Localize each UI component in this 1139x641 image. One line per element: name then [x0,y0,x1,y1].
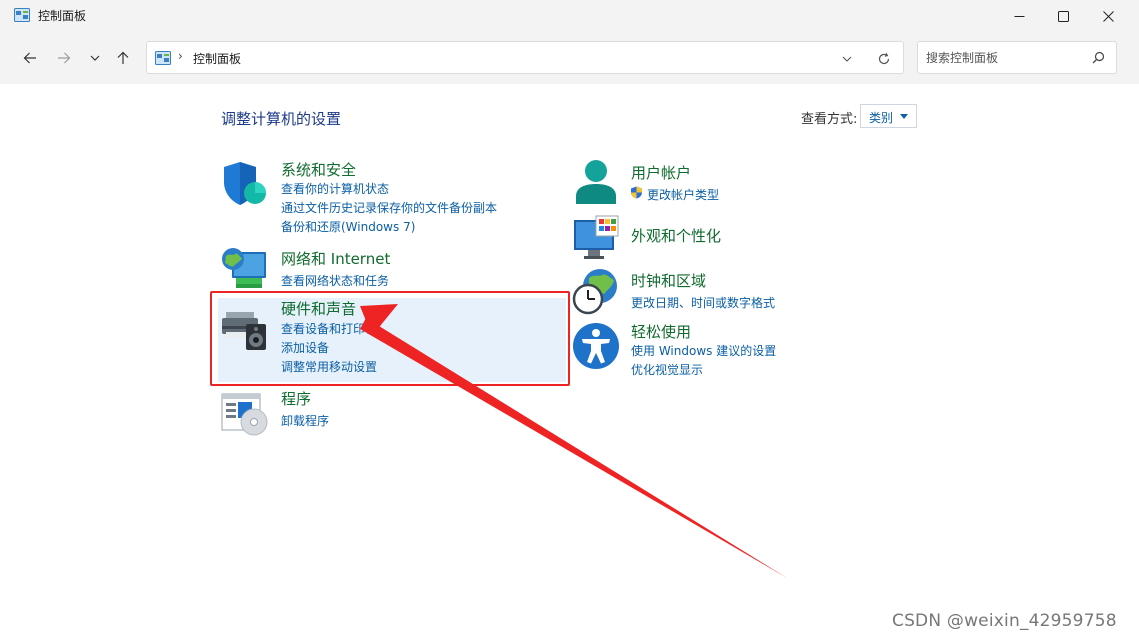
user-icon[interactable] [572,158,620,206]
network-globe-icon[interactable] [220,244,268,292]
control-panel-icon [14,8,30,22]
forward-button[interactable] [52,46,76,70]
view-by-dropdown[interactable]: 类别 [860,104,917,128]
minimize-button[interactable] [996,0,1042,32]
link-windows-suggested-settings[interactable]: 使用 Windows 建议的设置 [631,342,776,359]
link-change-date-time-format[interactable]: 更改日期、时间或数字格式 [631,294,775,311]
link-uninstall-program[interactable]: 卸载程序 [281,412,329,429]
close-button[interactable] [1085,0,1131,32]
maximize-button[interactable] [1040,0,1086,32]
category-programs[interactable]: 程序 [281,388,311,409]
maximize-icon [1057,10,1069,22]
monitor-palette-icon[interactable] [572,214,620,262]
refresh-icon[interactable] [877,52,891,66]
up-button[interactable] [111,46,135,70]
view-by-label: 查看方式: [801,112,858,127]
view-by-value: 类别 [869,111,894,125]
breadcrumb-control-panel[interactable]: 控制面板 [193,50,241,67]
forward-arrow-icon [58,52,71,64]
up-arrow-icon [117,51,129,64]
category-network-internet[interactable]: 网络和 Internet [281,248,390,269]
back-button[interactable] [18,46,42,70]
shield-icon[interactable] [220,160,268,208]
category-user-accounts[interactable]: 用户帐户 [631,162,691,183]
title-bar: 控制面板 [0,0,1139,32]
link-optimize-visual-display[interactable]: 优化视觉显示 [631,361,703,378]
search-input[interactable] [926,49,1086,67]
minimize-icon [1014,15,1024,17]
close-icon [1102,10,1114,22]
link-change-account-type[interactable]: 更改帐户类型 [647,186,719,203]
category-clock-region[interactable]: 时钟和区域 [631,270,706,291]
link-view-network-status[interactable]: 查看网络状态和任务 [281,272,389,289]
caret-down-icon [900,114,908,119]
annotation-highlight-box [210,291,570,386]
programs-disc-icon[interactable] [220,390,268,438]
window-title: 控制面板 [38,9,87,23]
search-icon[interactable] [1092,51,1105,64]
clock-globe-icon[interactable] [572,268,620,316]
chevron-down-icon[interactable] [841,53,853,65]
page-heading: 调整计算机的设置 [221,110,342,128]
uac-shield-icon [631,186,642,199]
watermark: CSDN @weixin_42959758 [892,611,1117,631]
link-view-computer-status[interactable]: 查看你的计算机状态 [281,180,389,197]
accessibility-icon[interactable] [572,322,620,370]
back-arrow-icon [23,52,36,64]
category-ease-of-access[interactable]: 轻松使用 [631,321,691,342]
recent-locations-button[interactable] [83,46,107,70]
link-file-history-backup[interactable]: 通过文件历史记录保存你的文件备份副本 [281,199,497,216]
navigation-bar: › 控制面板 [0,32,1139,84]
category-appearance-personalization[interactable]: 外观和个性化 [631,225,721,246]
category-system-security[interactable]: 系统和安全 [281,159,356,180]
breadcrumb-separator-icon: › [178,49,183,63]
control-panel-icon [155,51,171,65]
chevron-down-icon [90,55,100,61]
address-bar[interactable]: › 控制面板 [146,41,904,74]
search-box[interactable] [917,41,1117,74]
link-backup-restore[interactable]: 备份和还原(Windows 7) [281,218,415,235]
